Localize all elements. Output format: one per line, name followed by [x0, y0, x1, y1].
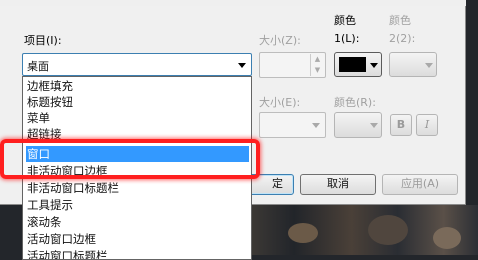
annotation-highlight — [0, 139, 260, 179]
background-detail — [368, 215, 408, 245]
list-item[interactable]: 工具提示 — [26, 197, 249, 213]
list-item[interactable]: 标题按钮 — [26, 94, 249, 110]
size1-spinner[interactable]: ▲ ▼ — [259, 52, 326, 78]
color2-label-line1: 颜色 — [389, 14, 411, 27]
item-combobox-value: 桌面 — [27, 60, 49, 73]
spin-up-icon[interactable]: ▲ — [310, 54, 324, 65]
background-detail — [433, 227, 461, 249]
color1-swatch — [339, 57, 366, 72]
size2-label: 大小(E): — [259, 96, 301, 109]
color1-picker-button[interactable] — [334, 52, 382, 77]
list-item[interactable]: 活动窗口标题栏 — [26, 248, 249, 259]
list-item[interactable]: 非活动窗口标题栏 — [26, 180, 249, 196]
list-item[interactable]: 菜单 — [26, 110, 249, 126]
list-item[interactable]: 滚动条 — [26, 214, 249, 230]
cancel-button[interactable]: 取消 — [300, 174, 376, 195]
list-item[interactable]: 活动窗口边框 — [26, 231, 249, 247]
color2-label-line2: 2(2): — [389, 32, 416, 45]
ok-button-label: 定 — [272, 177, 283, 190]
color1-label-line2: 1(L): — [334, 32, 360, 45]
list-item[interactable]: 边框填充 — [26, 78, 249, 94]
font-color-picker-button[interactable] — [334, 112, 382, 138]
item-combobox[interactable]: 桌面 — [22, 53, 252, 76]
italic-button[interactable]: I — [416, 114, 438, 136]
color1-label-line1: 颜色 — [334, 14, 356, 27]
top-strip — [0, 0, 466, 6]
bold-button[interactable]: B — [390, 114, 412, 136]
background-detail — [288, 223, 318, 243]
chevron-down-icon — [312, 123, 320, 128]
chevron-down-icon — [425, 63, 433, 68]
color2-picker-button[interactable] — [389, 52, 437, 77]
font-color-label: 颜色(R): — [334, 96, 376, 109]
chevron-down-icon — [370, 123, 378, 128]
item-label: 项目(I): — [24, 34, 62, 47]
spin-down-icon[interactable]: ▼ — [310, 65, 324, 76]
desktop-background — [248, 205, 478, 255]
font-size-combobox[interactable] — [259, 112, 326, 138]
chevron-down-icon — [370, 63, 378, 68]
apply-button[interactable]: 应用(A) — [382, 174, 458, 195]
chevron-down-icon — [238, 63, 246, 68]
size1-label: 大小(Z): — [259, 34, 301, 47]
